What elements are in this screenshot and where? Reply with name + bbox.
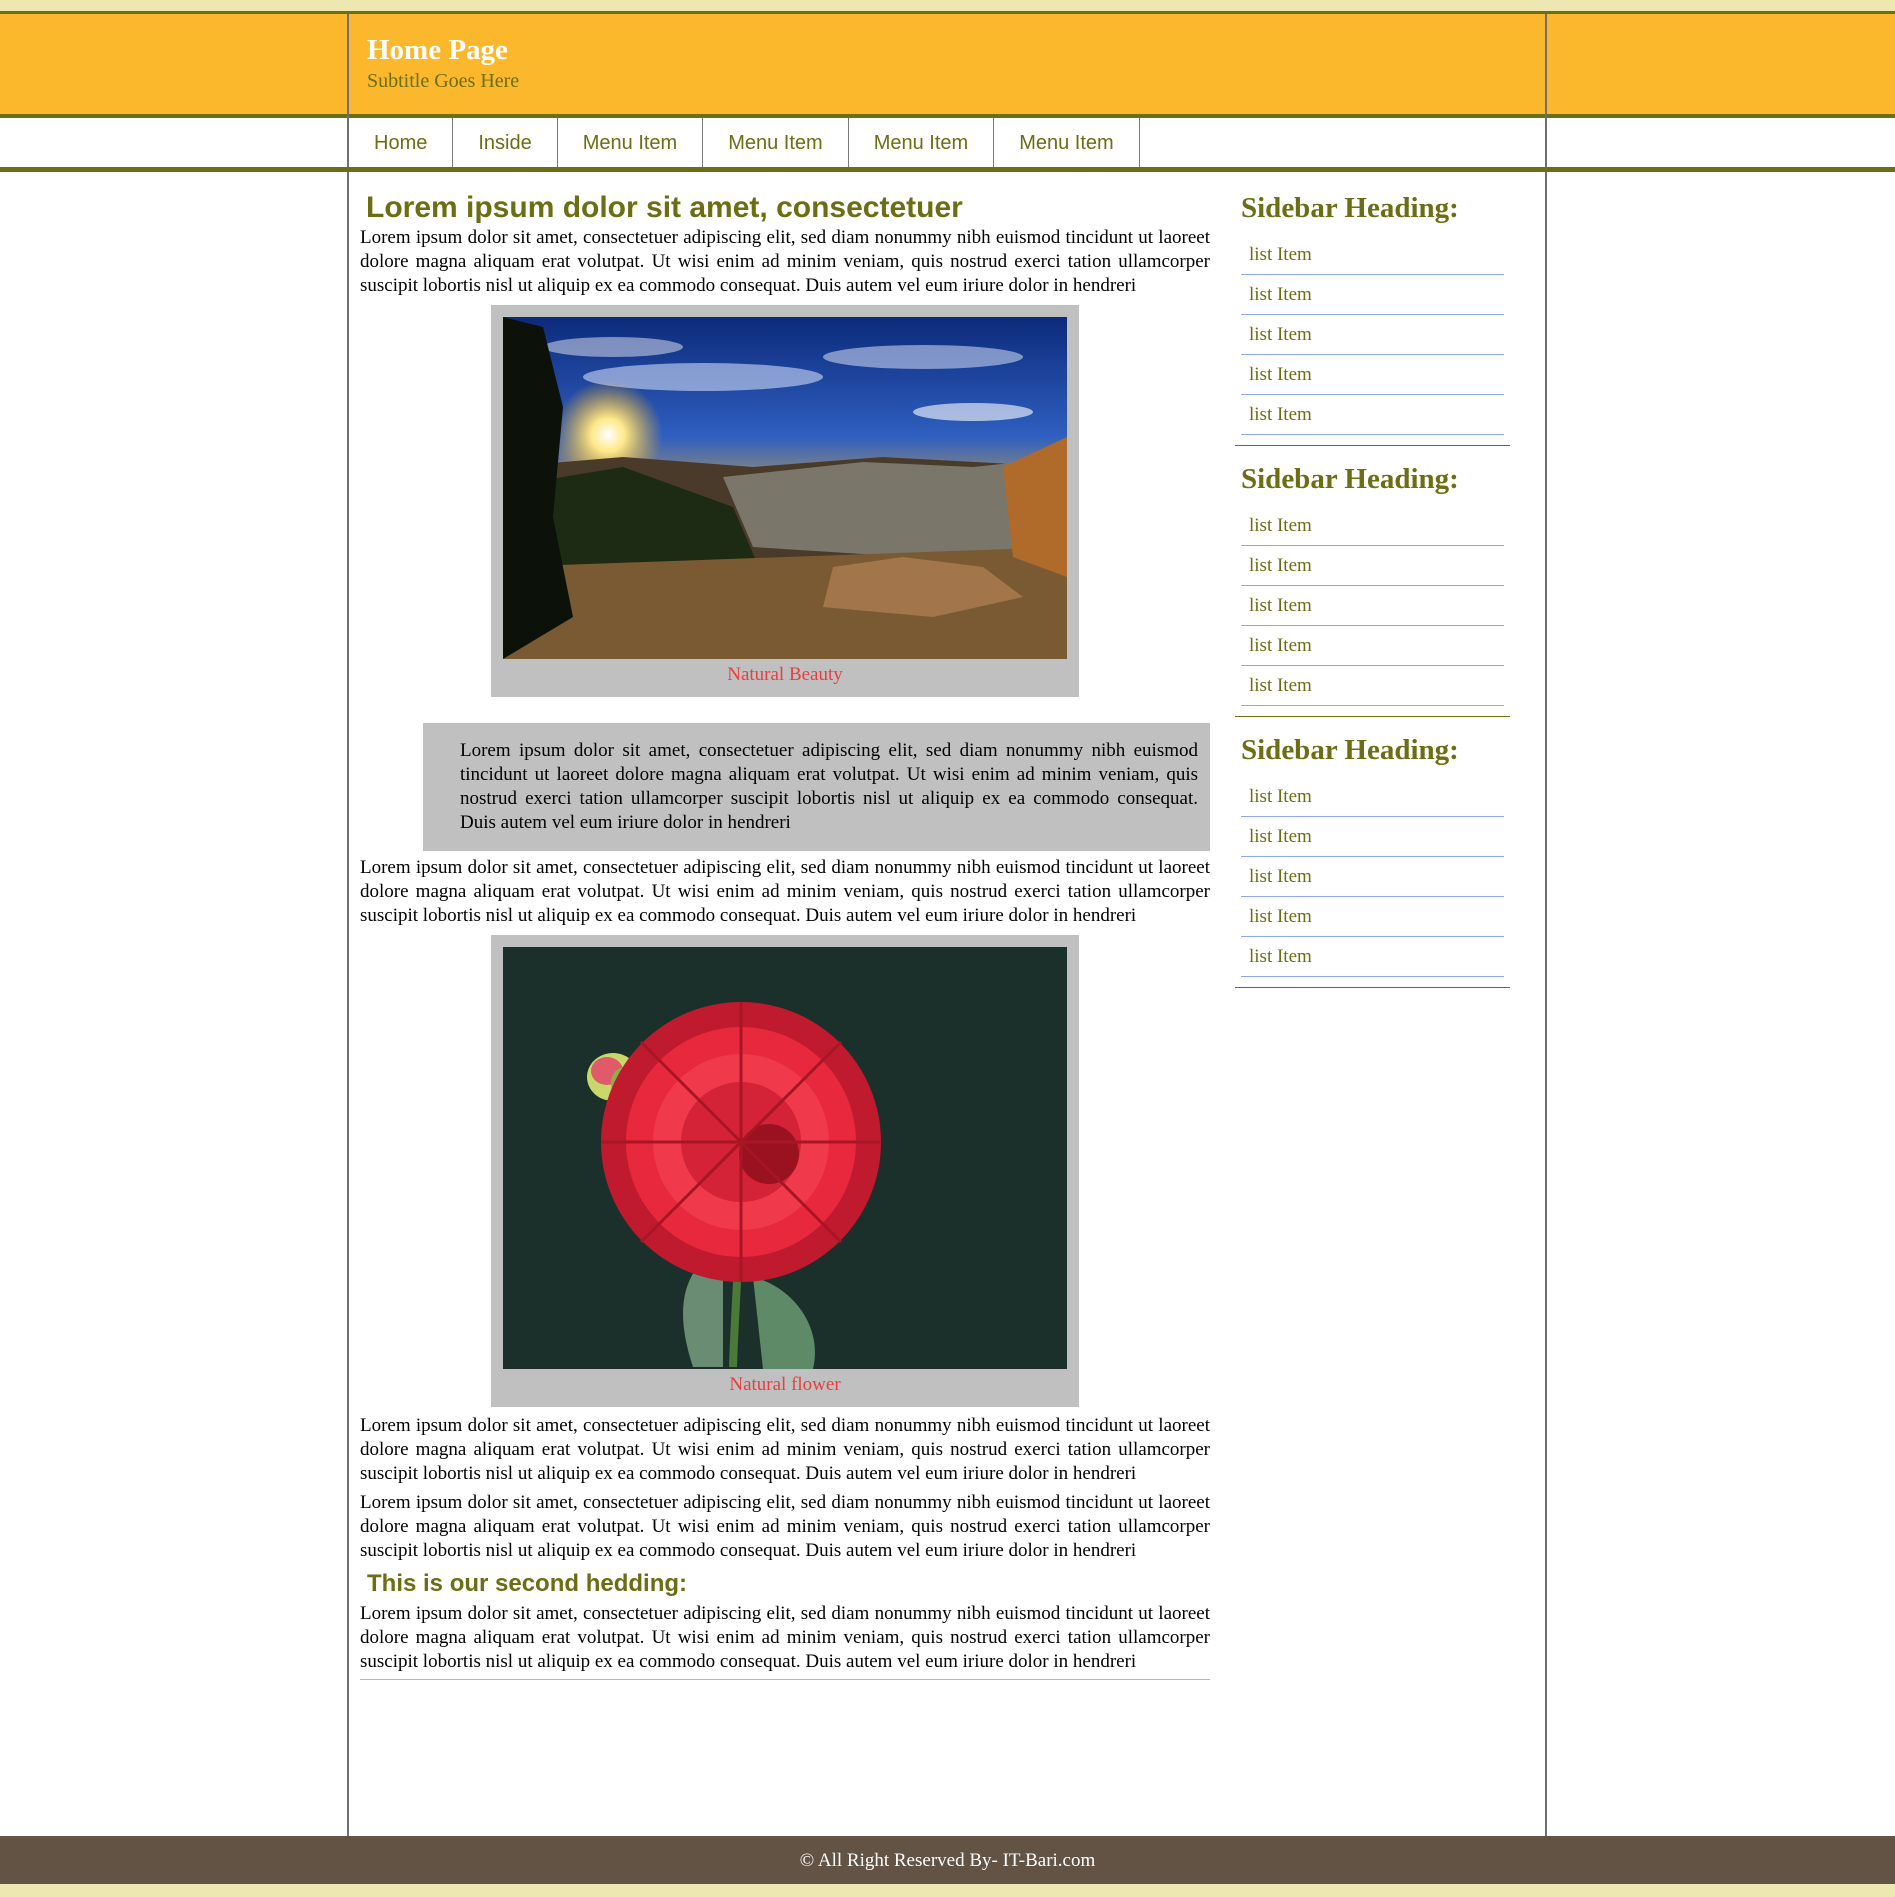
- red-dahlia-flower-photo: [503, 947, 1067, 1369]
- nav-item-inside[interactable]: Inside: [453, 118, 558, 167]
- site-footer: © All Right Reserved By- IT-Bari.com: [0, 1836, 1895, 1884]
- body-paragraph: Lorem ipsum dolor sit amet, consectetuer…: [360, 1603, 1210, 1672]
- body-paragraph: Lorem ipsum dolor sit amet, consectetuer…: [360, 1415, 1210, 1484]
- landscape-sunset-photo: [503, 317, 1067, 659]
- page-frame-left: [347, 14, 349, 1836]
- sidebar-section: Sidebar Heading: list Item list Item lis…: [1235, 732, 1510, 988]
- nav-item-menu-2[interactable]: Menu Item: [703, 118, 849, 167]
- page-heading: Lorem ipsum dolor sit amet, consectetuer: [366, 191, 963, 224]
- sidebar-list-item[interactable]: list Item: [1241, 898, 1504, 937]
- sidebar-list-item[interactable]: list Item: [1241, 627, 1504, 666]
- nav-item-menu-1[interactable]: Menu Item: [558, 118, 704, 167]
- sidebar-list-item[interactable]: list Item: [1241, 507, 1504, 546]
- sidebar-heading: Sidebar Heading:: [1241, 192, 1459, 224]
- blockquote: Lorem ipsum dolor sit amet, consectetuer…: [423, 723, 1210, 851]
- sidebar-list-item[interactable]: list Item: [1241, 276, 1504, 315]
- sidebar-list-item[interactable]: list Item: [1241, 587, 1504, 626]
- top-strip: [0, 0, 1895, 14]
- sidebar-list-item[interactable]: list Item: [1241, 778, 1504, 817]
- sidebar-list-item[interactable]: list Item: [1241, 858, 1504, 897]
- site-title[interactable]: Home Page: [367, 34, 508, 67]
- nav-item-menu-3[interactable]: Menu Item: [849, 118, 995, 167]
- site-header: [0, 14, 1895, 114]
- page-frame-right: [1545, 14, 1547, 1836]
- sidebar-heading: Sidebar Heading:: [1241, 463, 1459, 495]
- nav-item-menu-4[interactable]: Menu Item: [994, 118, 1140, 167]
- sidebar-list-item[interactable]: list Item: [1241, 938, 1504, 977]
- figure-natural-flower: Natural flower: [491, 935, 1079, 1407]
- main-nav: Home Inside Menu Item Menu Item Menu Ite…: [349, 118, 1140, 167]
- sidebar-list: list Item list Item list Item list Item …: [1241, 236, 1504, 435]
- sidebar-list-item[interactable]: list Item: [1241, 818, 1504, 857]
- sidebar-list: list Item list Item list Item list Item …: [1241, 778, 1504, 977]
- sidebar-list-item[interactable]: list Item: [1241, 667, 1504, 706]
- second-heading: This is our second hedding:: [367, 1570, 688, 1597]
- sidebar-list-item[interactable]: list Item: [1241, 236, 1504, 275]
- sidebar-section: Sidebar Heading: list Item list Item lis…: [1235, 461, 1510, 717]
- nav-divider: [0, 167, 1895, 172]
- figure-caption: Natural flower: [729, 1374, 841, 1395]
- body-paragraph: Lorem ipsum dolor sit amet, consectetuer…: [360, 857, 1210, 926]
- sidebar-list: list Item list Item list Item list Item …: [1241, 507, 1504, 706]
- nav-item-home[interactable]: Home: [349, 118, 454, 167]
- sidebar-list-item[interactable]: list Item: [1241, 316, 1504, 355]
- body-paragraph: Lorem ipsum dolor sit amet, consectetuer…: [360, 1492, 1210, 1561]
- sidebar: Sidebar Heading: list Item list Item lis…: [1235, 175, 1510, 988]
- sidebar-list-item[interactable]: list Item: [1241, 356, 1504, 395]
- site-subtitle: Subtitle Goes Here: [367, 70, 520, 92]
- content-end-divider: [360, 1679, 1210, 1680]
- main-content: Lorem ipsum dolor sit amet, consectetuer…: [360, 175, 1210, 1680]
- bottom-strip: [0, 1884, 1895, 1897]
- body-paragraph: Lorem ipsum dolor sit amet, consectetuer…: [360, 227, 1210, 296]
- sidebar-list-item[interactable]: list Item: [1241, 547, 1504, 586]
- sidebar-section: Sidebar Heading: list Item list Item lis…: [1235, 190, 1510, 446]
- figure-caption: Natural Beauty: [727, 664, 843, 685]
- sidebar-list-item[interactable]: list Item: [1241, 396, 1504, 435]
- figure-natural-beauty: Natural Beauty: [491, 305, 1079, 697]
- sidebar-heading: Sidebar Heading:: [1241, 734, 1459, 766]
